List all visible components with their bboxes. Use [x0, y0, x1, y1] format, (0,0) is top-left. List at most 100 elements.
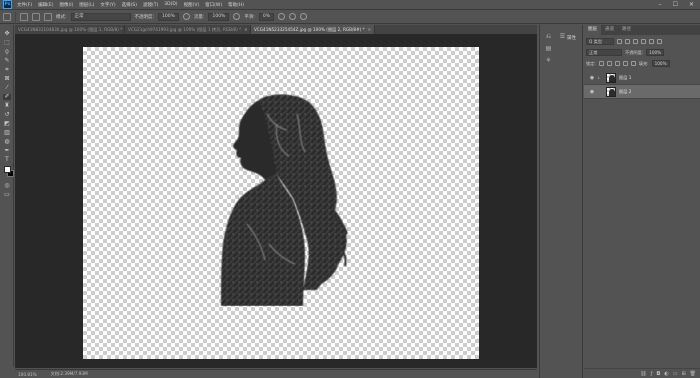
foreground-color-swatch[interactable]	[4, 166, 11, 173]
filter-toggle-icon[interactable]	[657, 39, 662, 44]
marquee-tool-icon[interactable]: ⬚	[3, 40, 11, 46]
document-canvas[interactable]	[83, 47, 479, 359]
layers-panel-footer: ⛓ ƒ ◘ ◐ ▭ ⊞ 🗑	[584, 368, 700, 378]
menu-filter[interactable]: 滤镜(T)	[143, 2, 158, 8]
pressure-size-icon[interactable]	[289, 13, 297, 20]
smoothing-settings-icon[interactable]	[278, 13, 286, 20]
visibility-eye-icon[interactable]: ◉	[588, 89, 596, 95]
menu-image[interactable]: 图像(I)	[59, 2, 73, 8]
filter-smart-icon[interactable]	[649, 39, 654, 44]
canvas-workspace[interactable]	[15, 34, 537, 368]
filter-type-icon[interactable]	[633, 39, 638, 44]
brush-tool-icon[interactable]: ✐	[3, 94, 11, 100]
eraser-tool-icon[interactable]: ◩	[3, 121, 11, 127]
lock-image-icon[interactable]	[606, 61, 612, 66]
smoothing-field[interactable]: 0%	[258, 12, 275, 21]
brush-preset-icon[interactable]	[32, 12, 40, 21]
layer-name[interactable]: 图层 1	[619, 75, 631, 81]
layer-fill-field[interactable]: 100%	[651, 60, 670, 67]
filter-adjustment-icon[interactable]	[625, 39, 630, 44]
opacity-field[interactable]: 100%	[158, 12, 179, 21]
close-icon[interactable]: ✕	[368, 25, 372, 34]
quick-mask-icon[interactable]: ◎	[3, 183, 11, 189]
clone-stamp-tool-icon[interactable]: ♜	[3, 103, 11, 109]
new-group-icon[interactable]: ▭	[673, 371, 678, 377]
lasso-tool-icon[interactable]: ϙ	[3, 49, 11, 55]
options-bar: 模式: 正常 不透明度: 100% 流量: 100% 平滑: 0%	[0, 10, 700, 24]
brush-tool-icon[interactable]	[20, 12, 28, 21]
filter-pixel-icon[interactable]	[617, 39, 622, 44]
close-icon[interactable]: ✕	[244, 25, 248, 34]
layer-name[interactable]: 图层 2	[619, 89, 631, 95]
adjustments-icon[interactable]: ⚘	[545, 57, 552, 64]
smoothing-label: 平滑:	[244, 14, 255, 20]
tab-title: VCG21gch9741993.jpg @ 100% (图层 1 拷贝, RGB…	[128, 27, 242, 32]
lock-position-icon[interactable]	[614, 61, 620, 66]
menu-file[interactable]: 文件(F)	[17, 2, 32, 8]
menu-3d[interactable]: 3D(D)	[164, 2, 177, 7]
menu-edit[interactable]: 编辑(E)	[38, 2, 53, 8]
document-tab-3[interactable]: VCG41N523325454Z.jpg @ 100% (图层 2, RGB/8…	[251, 25, 375, 34]
add-mask-icon[interactable]: ◘	[656, 371, 660, 377]
double-exposure-silhouette-image	[221, 94, 348, 306]
lock-artboard-icon[interactable]	[622, 61, 628, 66]
opacity-label: 不透明度:	[625, 49, 644, 55]
crop-tool-icon[interactable]: ⌗	[3, 67, 11, 73]
zoom-level[interactable]: 100.81%	[18, 372, 37, 377]
panel-properties-icon[interactable]: ☰	[559, 33, 566, 40]
move-tool-icon[interactable]: ✥	[3, 31, 11, 37]
type-tool-icon[interactable]: T	[3, 157, 11, 163]
new-layer-icon[interactable]: ⊞	[681, 371, 685, 377]
link-layers-icon[interactable]: ⛓	[640, 371, 646, 377]
flow-field[interactable]: 100%	[208, 12, 230, 21]
blend-mode-dropdown[interactable]: 正常	[70, 12, 131, 21]
menu-view[interactable]: 视图(V)	[184, 2, 200, 8]
blur-tool-icon[interactable]: ◍	[3, 139, 11, 145]
delete-layer-icon[interactable]: 🗑	[690, 371, 696, 377]
screen-mode-icon[interactable]: ▭	[3, 192, 11, 198]
gradient-tool-icon[interactable]: ▥	[3, 130, 11, 136]
layer-row[interactable]: ◉ ↓ 图层 1	[584, 71, 700, 85]
menu-layer[interactable]: 图层(L)	[79, 2, 94, 8]
layer-opacity-field[interactable]: 100%	[646, 49, 665, 56]
visibility-eye-icon[interactable]: ◉	[588, 75, 596, 81]
menu-type[interactable]: 文字(Y)	[100, 2, 115, 8]
symmetry-icon[interactable]	[300, 13, 308, 20]
tab-paths[interactable]: 路径	[618, 25, 635, 35]
layer-blend-mode-dropdown[interactable]: 正常	[586, 49, 622, 56]
maximize-icon[interactable]: ☐	[673, 1, 678, 8]
filter-shape-icon[interactable]	[641, 39, 646, 44]
brush-settings-icon[interactable]	[44, 12, 52, 21]
tab-layers[interactable]: 图层	[584, 25, 601, 35]
layer-filter-dropdown[interactable]: Q 类型	[586, 38, 614, 45]
layer-style-icon[interactable]: ƒ	[651, 371, 653, 377]
menu-select[interactable]: 选择(S)	[122, 2, 137, 8]
layer-row-selected[interactable]: ◉ 图层 2	[584, 85, 700, 99]
eyedropper-tool-icon[interactable]: ⁄	[3, 85, 11, 91]
lock-all-icon[interactable]	[630, 61, 636, 66]
document-size-info[interactable]: 文档:2.39M/7.93M	[51, 371, 88, 377]
document-tab-1[interactable]: VCG41N831104830.jpg @ 100% (图层 1, RGB/8)…	[15, 25, 125, 34]
tab-title: VCG41N831104830.jpg @ 100% (图层 1, RGB/8)…	[18, 27, 123, 32]
tab-channels[interactable]: 通道	[601, 25, 618, 35]
quick-select-tool-icon[interactable]: ✎	[3, 58, 11, 64]
airbrush-icon[interactable]	[233, 13, 241, 20]
clipping-arrow-icon: ↓	[597, 75, 601, 80]
adjustment-layer-icon[interactable]: ◐	[664, 371, 668, 377]
pen-tool-icon[interactable]: ✒	[3, 148, 11, 154]
menu-window[interactable]: 窗口(W)	[205, 2, 222, 8]
home-icon[interactable]	[3, 12, 11, 21]
pressure-opacity-icon[interactable]	[182, 13, 190, 20]
properties-panel-label[interactable]: 属性	[567, 35, 576, 41]
close-icon[interactable]: ✕	[689, 1, 694, 8]
minimize-icon[interactable]: –	[659, 1, 662, 8]
mode-label: 模式:	[56, 14, 67, 20]
collapsed-panels-strip: ⎌ ▤ ⚘ ☰ 属性	[539, 25, 583, 378]
properties-icon[interactable]: ▤	[545, 45, 552, 52]
lock-transparent-icon[interactable]	[598, 61, 604, 66]
history-icon[interactable]: ⎌	[545, 33, 552, 40]
document-tab-2[interactable]: VCG21gch9741993.jpg @ 100% (图层 1 拷贝, RGB…	[125, 25, 251, 34]
history-brush-tool-icon[interactable]: ↺	[3, 112, 11, 118]
menu-help[interactable]: 帮助(H)	[228, 2, 244, 8]
frame-tool-icon[interactable]: ⊠	[3, 76, 11, 82]
